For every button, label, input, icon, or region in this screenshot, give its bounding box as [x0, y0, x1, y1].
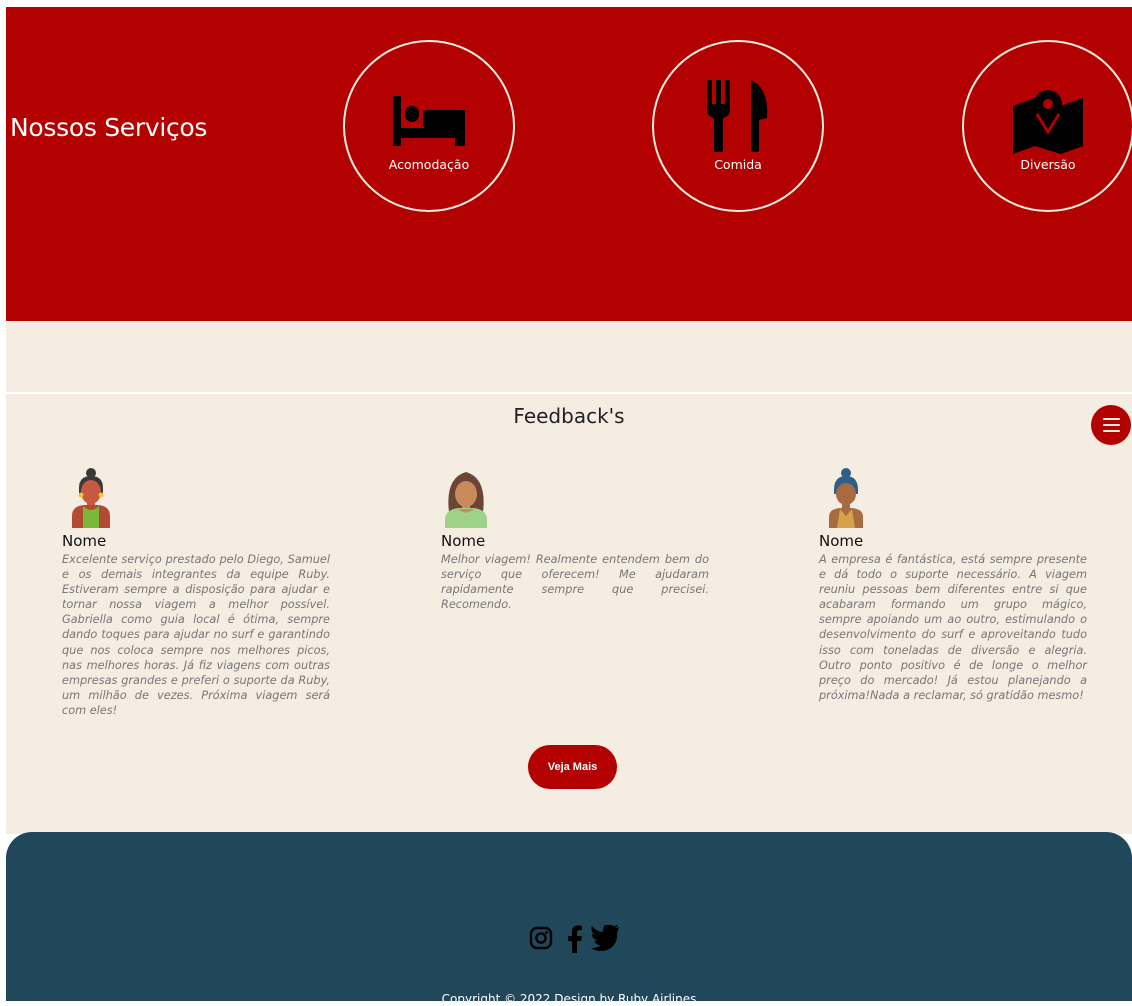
- avatar-woman-1-icon: [72, 468, 110, 528]
- reviewer-name: Nome: [441, 532, 486, 550]
- service-label: Acomodação: [388, 157, 470, 172]
- twitter-icon[interactable]: [590, 924, 620, 955]
- map-pin-icon: [1013, 90, 1083, 154]
- facebook-icon[interactable]: [567, 925, 583, 957]
- reviewer-name: Nome: [62, 532, 107, 550]
- review-text: A empresa é fantástica, está sempre pres…: [819, 553, 1087, 702]
- bed-icon: [393, 96, 465, 146]
- service-label: Comida: [714, 157, 762, 172]
- copyright-text: Copyright © 2022 Design by Ruby Airlines: [441, 992, 697, 1006]
- instagram-icon[interactable]: [529, 925, 553, 955]
- hamburger-menu-icon[interactable]: [1091, 405, 1131, 445]
- feedback-title: Feedback's: [513, 404, 625, 428]
- section-spacer: [6, 321, 1132, 392]
- fork-knife-icon: [707, 80, 768, 152]
- see-more-button[interactable]: Veja Mais: [528, 745, 617, 789]
- services-section: Nossos Serviços Acomodação Comida Divers…: [6, 7, 1132, 321]
- review-text: Melhor viagem! Realmente entendem bem do…: [441, 553, 709, 612]
- service-accommodation[interactable]: Acomodação: [343, 40, 515, 212]
- footer: Copyright © 2022 Design by Ruby Airlines: [6, 832, 1132, 1006]
- services-title: Nossos Serviços: [10, 113, 208, 142]
- service-label: Diversão: [1020, 157, 1076, 172]
- service-food[interactable]: Comida: [652, 40, 824, 212]
- reviewer-name: Nome: [819, 532, 864, 550]
- feedback-section: Feedback's Nome Excelente serviço presta…: [6, 394, 1132, 834]
- service-fun[interactable]: Diversão: [962, 40, 1132, 212]
- avatar-woman-2-icon: [445, 472, 487, 528]
- review-text: Excelente serviço prestado pelo Diego, S…: [62, 553, 330, 717]
- avatar-woman-3-icon: [829, 468, 863, 528]
